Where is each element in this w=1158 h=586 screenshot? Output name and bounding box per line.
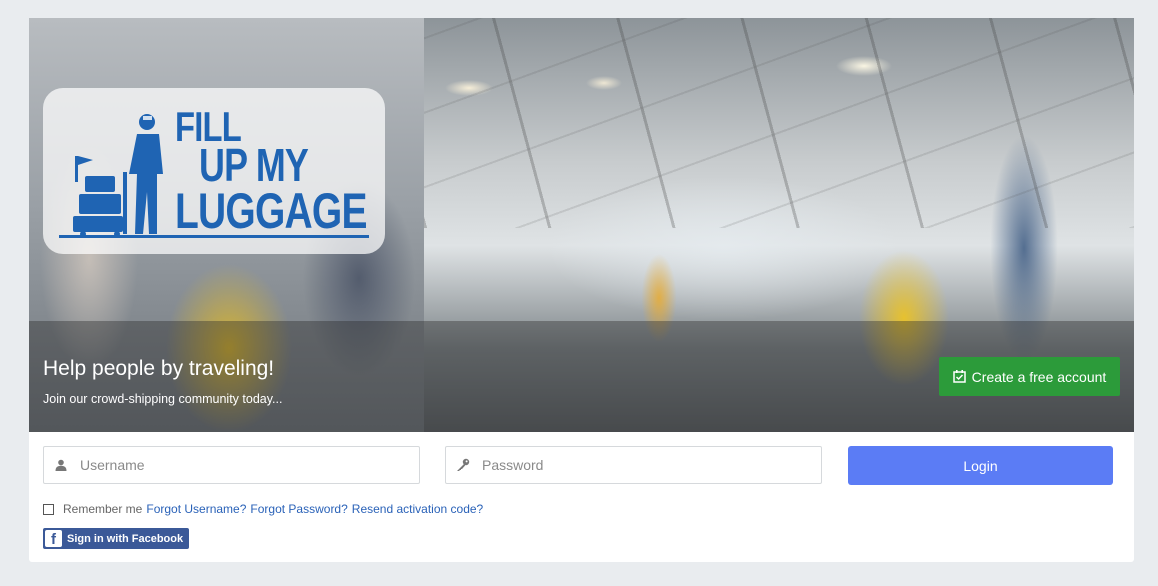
password-input[interactable] xyxy=(480,449,821,481)
hero-banner: FILL UP MY LUGGAGE Help people by travel… xyxy=(29,18,1134,432)
calendar-check-icon xyxy=(952,370,966,383)
logo-text-luggage: LUGGAGE xyxy=(175,183,368,239)
logo: FILL UP MY LUGGAGE xyxy=(43,88,385,254)
password-field[interactable] xyxy=(445,446,822,484)
username-field[interactable] xyxy=(43,446,420,484)
login-panel: FILL UP MY LUGGAGE Help people by travel… xyxy=(29,18,1134,562)
create-account-label: Create a free account xyxy=(971,368,1107,385)
username-input[interactable] xyxy=(78,449,419,481)
key-icon xyxy=(446,458,480,472)
facebook-signin-button[interactable]: f Sign in with Facebook xyxy=(43,528,189,549)
hero-subtitle: Join our crowd-shipping community today.… xyxy=(43,392,283,406)
forgot-username-link[interactable]: Forgot Username? xyxy=(146,502,246,516)
hero-title: Help people by traveling! xyxy=(43,357,275,380)
remember-label: Remember me xyxy=(63,502,143,516)
facebook-signin-label: Sign in with Facebook xyxy=(67,532,184,545)
login-button[interactable]: Login xyxy=(848,446,1113,485)
remember-row: Remember me Forgot Username? Forgot Pass… xyxy=(43,502,487,516)
resend-activation-link[interactable]: Resend activation code? xyxy=(352,502,483,516)
create-account-button[interactable]: Create a free account xyxy=(939,357,1120,396)
hero-ceiling-pattern xyxy=(424,18,1134,228)
facebook-icon: f xyxy=(45,530,62,547)
forgot-password-link[interactable]: Forgot Password? xyxy=(250,502,347,516)
user-icon xyxy=(44,459,78,471)
logo-underline xyxy=(59,235,369,238)
luggage-porter-icon xyxy=(73,114,163,237)
logo-text-up-my: UP MY xyxy=(199,139,309,191)
remember-checkbox[interactable] xyxy=(43,503,54,515)
